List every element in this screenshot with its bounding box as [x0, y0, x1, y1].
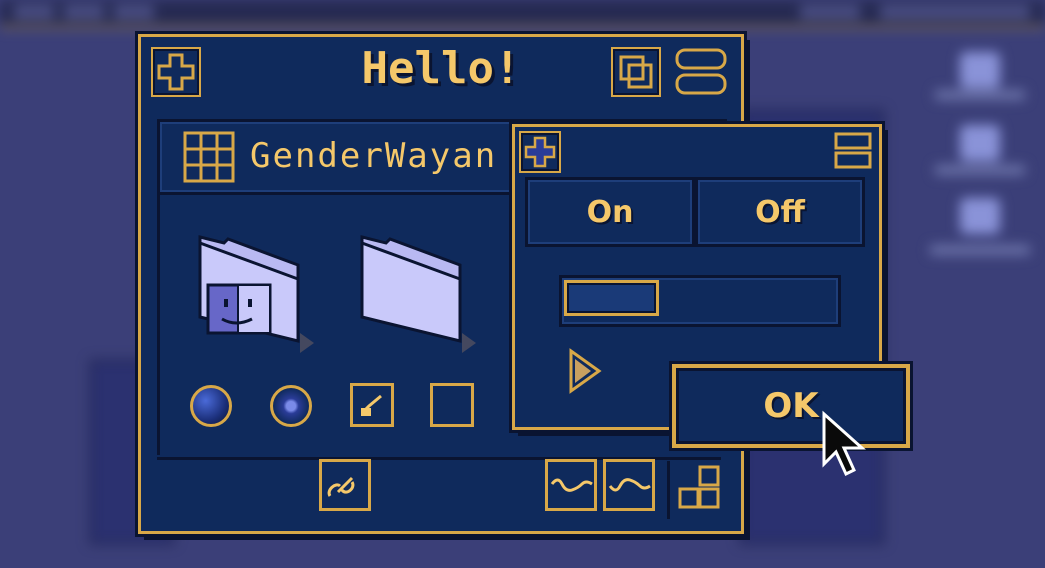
play-triangle-icon[interactable]: [565, 347, 605, 395]
window-title: Hello!: [361, 43, 521, 94]
checkbox-unchecked[interactable]: [430, 383, 474, 427]
ok-button[interactable]: OK: [672, 364, 910, 448]
radio-button-on[interactable]: [270, 385, 312, 427]
wave-down-button[interactable]: [545, 459, 597, 511]
wave-icon: [608, 478, 651, 492]
radio-button-off[interactable]: [190, 385, 232, 427]
wave-icon: [550, 478, 593, 492]
desktop-app-icon[interactable]: [960, 125, 1000, 161]
path-label: GenderWayan: [250, 136, 498, 176]
close-box-icon[interactable]: [151, 47, 201, 97]
panel-collapse-box-icon[interactable]: [833, 131, 873, 171]
link-button[interactable]: [319, 459, 371, 511]
on-button[interactable]: On: [525, 177, 695, 247]
checkmark-icon: [361, 394, 382, 416]
system-folder-icon[interactable]: [188, 225, 318, 355]
menu-bar: [0, 0, 1045, 28]
collapse-box-icon[interactable]: [673, 47, 729, 97]
wave-up-button[interactable]: [603, 459, 655, 511]
resize-grip-icon[interactable]: [667, 461, 730, 519]
folder-icon[interactable]: [350, 225, 480, 355]
grid-view-icon[interactable]: [182, 130, 236, 184]
panel-close-box-icon[interactable]: [519, 131, 561, 173]
mouse-cursor-icon: [822, 410, 866, 477]
progress-fill: [564, 280, 659, 316]
checkbox-checked[interactable]: [350, 383, 394, 427]
progress-bar: [559, 275, 841, 327]
link-icon: [327, 476, 355, 497]
desktop-folder-icon[interactable]: [960, 198, 1000, 234]
off-button[interactable]: Off: [695, 177, 865, 247]
desktop-drive-icon[interactable]: [960, 52, 1000, 88]
zoom-box-icon[interactable]: [611, 47, 661, 97]
